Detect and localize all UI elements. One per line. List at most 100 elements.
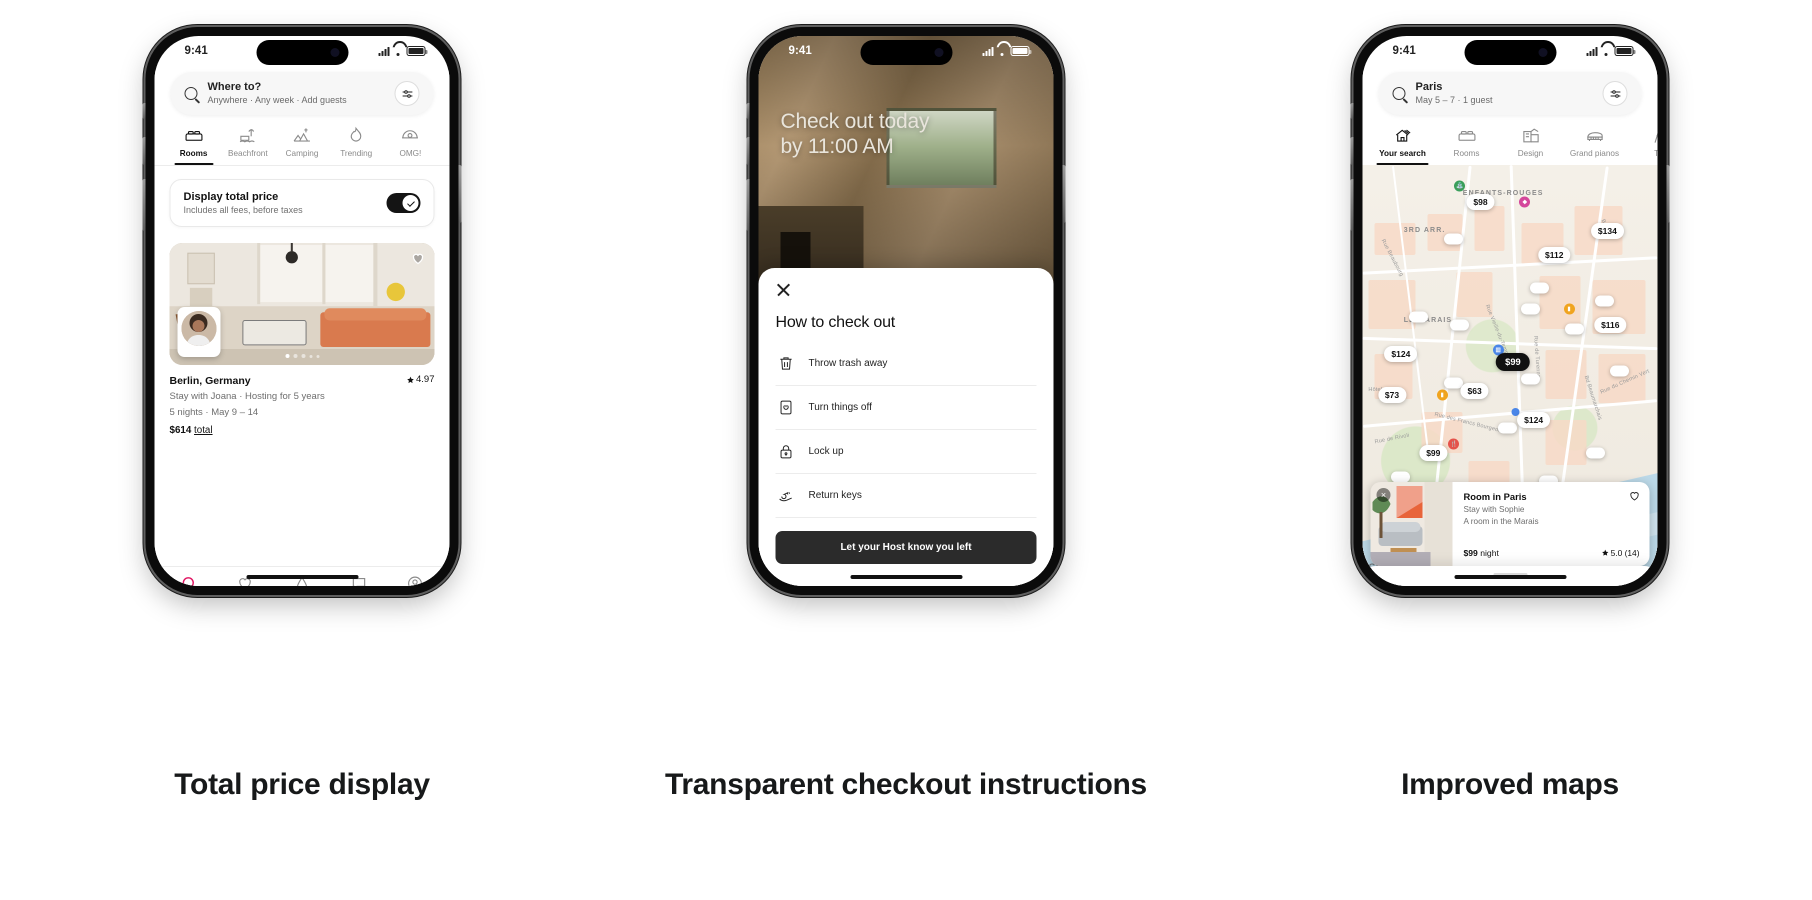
category-tab-grand-pianos[interactable]: Grand pianos (1563, 126, 1627, 165)
heart-icon[interactable] (1629, 490, 1641, 502)
map-pin-blank[interactable] (1594, 295, 1614, 307)
category-label: Grand pianos (1569, 149, 1620, 158)
map-search-screen: Paris May 5 – 7 · 1 guest Your search Ro… (1362, 70, 1658, 586)
close-icon[interactable] (776, 282, 792, 298)
flame-icon (350, 126, 362, 142)
switch-knob (402, 195, 419, 211)
map-price-pin[interactable]: $63 (1460, 383, 1489, 400)
listing-card-price-amount: $99 (1463, 548, 1478, 558)
photo-dot (293, 354, 297, 358)
map-price-pin[interactable]: $116 (1594, 317, 1627, 334)
bed-icon (1458, 130, 1475, 141)
category-tab-omg[interactable]: OMG! (383, 126, 437, 165)
poi-store-icon[interactable]: ▮ (1436, 389, 1448, 401)
phone-screen-3: 9:41 Paris May 5 – 7 · 1 guest Your sear… (1362, 36, 1658, 586)
filter-icon[interactable] (394, 81, 420, 106)
map-view[interactable]: ENFANTS-ROUGES 3RD ARR. LE MARAIS Rue Be… (1362, 165, 1658, 576)
checkout-step[interactable]: Lock up (775, 430, 1037, 474)
poi-store-icon[interactable]: ▮ (1563, 303, 1575, 315)
map-pin-blank[interactable] (1609, 365, 1629, 376)
map-pin-blank[interactable] (1521, 373, 1541, 385)
listing-title: Berlin, Germany (169, 374, 251, 387)
map-price-pin-selected[interactable]: $99 (1496, 353, 1530, 372)
listing-thumbnail: × (1370, 482, 1453, 566)
search-bar[interactable]: Paris May 5 – 7 · 1 guest (1378, 72, 1642, 115)
map-listing-card[interactable]: × Room in Paris Stay with Sophie A room … (1370, 482, 1650, 566)
mute-switch-2[interactable] (746, 103, 750, 119)
tab-explore[interactable]: Explore (161, 575, 218, 586)
poi-park-icon[interactable]: ⛲ (1454, 180, 1466, 192)
tab-profile[interactable]: Profile (387, 575, 444, 586)
map-pin-blank[interactable] (1450, 319, 1470, 331)
beach-icon (239, 129, 255, 143)
category-tab-partial[interactable]: To (1627, 126, 1658, 165)
poi-restaurant-icon[interactable]: 🍴 (1448, 438, 1460, 450)
category-tab-your-search[interactable]: Your search (1371, 126, 1435, 165)
map-pin-blank[interactable] (1409, 311, 1429, 323)
battery-icon (406, 46, 428, 56)
category-tab-rooms[interactable]: Rooms (167, 126, 221, 165)
wifi-icon (393, 47, 404, 56)
listing-card[interactable]: Berlin, Germany 4.97 Stay with Joana · H… (169, 243, 435, 437)
map-pin-blank[interactable] (1521, 303, 1541, 315)
status-indicators (1586, 46, 1636, 56)
map-price-pin[interactable]: $124 (1384, 346, 1418, 363)
category-label: Design (1517, 149, 1544, 158)
toggle-card-subtitle: Includes all fees, before taxes (183, 205, 303, 215)
trash-icon (780, 357, 792, 370)
map-pin-blank[interactable] (1565, 323, 1585, 335)
category-tab-camping[interactable]: Camping (275, 126, 329, 165)
checkout-step[interactable]: Throw trash away (775, 342, 1037, 386)
map-pin-blank[interactable] (1530, 282, 1549, 294)
map-pin-blank[interactable] (1444, 233, 1464, 245)
total-price-switch[interactable] (386, 193, 421, 213)
checkout-step[interactable]: Turn things off (775, 386, 1037, 430)
phone-frame-1: 9:41 Where to? Anywhere · Any week · Add… (142, 27, 462, 595)
map-pin-blank[interactable] (1497, 422, 1517, 434)
mute-switch-3[interactable] (1350, 103, 1354, 119)
checkout-step[interactable]: Return keys (775, 474, 1037, 518)
mockup-stage: 9:41 Where to? Anywhere · Any week · Add… (0, 0, 1812, 900)
poi-shop-icon[interactable]: ◆ (1519, 196, 1531, 208)
category-tab-design[interactable]: Design (1499, 126, 1563, 165)
listing-price-suffix: total (194, 425, 213, 437)
map-price-pin[interactable]: $134 (1590, 222, 1624, 239)
listing-card-description: A room in the Marais (1463, 517, 1539, 526)
listing-host-line: Stay with Joana · Hosting for 5 years (169, 390, 325, 402)
toggle-card-title: Display total price (183, 191, 279, 203)
status-indicators (982, 46, 1032, 56)
wishlist-heart-icon[interactable] (411, 251, 426, 266)
category-tab-rooms[interactable]: Rooms (1435, 126, 1499, 165)
home-indicator[interactable] (246, 575, 358, 579)
let-host-know-button[interactable]: Let your Host know you left (775, 531, 1037, 564)
listing-photo[interactable] (169, 243, 435, 365)
checkout-steps-list: Throw trash away Turn things off Lock up… (775, 342, 1037, 518)
category-tab-beachfront[interactable]: Beachfront (221, 126, 275, 165)
category-tab-trending[interactable]: Trending (329, 126, 383, 165)
map-price-pin[interactable]: $73 (1377, 387, 1407, 404)
map-price-pin[interactable]: $99 (1419, 444, 1448, 461)
category-label: Rooms (1453, 149, 1480, 158)
search-bar[interactable]: Where to? Anywhere · Any week · Add gues… (170, 72, 434, 115)
caption-3: Improved maps (1401, 768, 1619, 801)
power-button-1[interactable] (458, 165, 462, 223)
filter-icon[interactable] (1602, 81, 1628, 106)
avatar (181, 311, 217, 346)
listing-card-rating-value: 5.0 (14) (1610, 548, 1640, 558)
home-indicator[interactable] (850, 575, 962, 579)
map-price-pin[interactable]: $98 (1466, 193, 1495, 210)
power-button-2[interactable] (1062, 165, 1066, 223)
phone-frame-3: 9:41 Paris May 5 – 7 · 1 guest Your sear… (1350, 27, 1670, 595)
map-pin-blank[interactable] (1586, 447, 1606, 459)
power-button-3[interactable] (1666, 165, 1670, 223)
tent-icon (293, 128, 310, 142)
home-indicator[interactable] (1454, 575, 1566, 579)
total-price-toggle-card[interactable]: Display total price Includes all fees, b… (169, 179, 435, 227)
map-price-pin[interactable]: $124 (1517, 411, 1551, 428)
close-icon[interactable]: × (1376, 488, 1391, 502)
map-price-pin[interactable]: $112 (1538, 247, 1571, 264)
piano-icon (1586, 132, 1603, 142)
house-icon (1395, 129, 1410, 142)
explore-screen: Where to? Anywhere · Any week · Add gues… (154, 70, 450, 586)
mute-switch-1[interactable] (142, 103, 146, 119)
